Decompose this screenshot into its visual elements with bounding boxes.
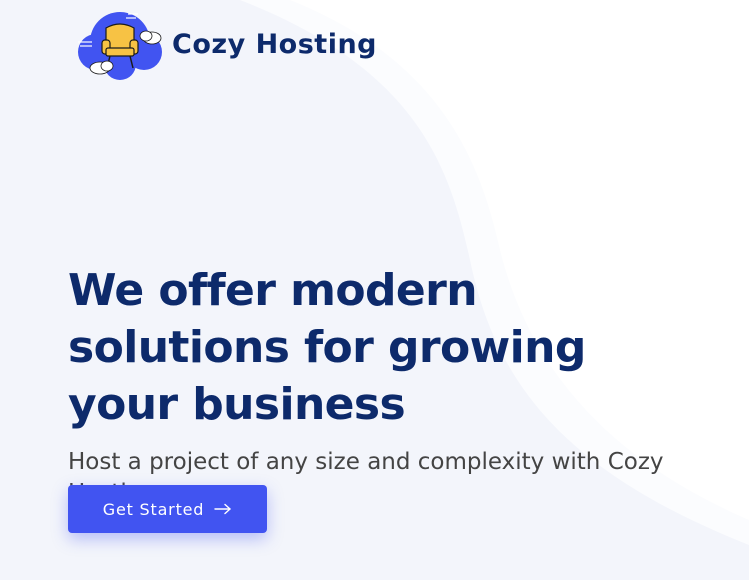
hero-title: We offer modern solutions for growing yo…: [68, 265, 586, 430]
brand-logo-link[interactable]: Cozy Hosting: [76, 6, 377, 82]
hero-section: We offer modern solutions for growing yo…: [68, 262, 708, 509]
arrow-right-icon: [214, 503, 231, 515]
cloud-armchair-logo-icon: [78, 12, 162, 80]
get-started-label: Get Started: [102, 499, 205, 519]
get-started-button[interactable]: Get Started: [68, 485, 267, 533]
brand-name[interactable]: Cozy Hosting: [172, 29, 377, 60]
